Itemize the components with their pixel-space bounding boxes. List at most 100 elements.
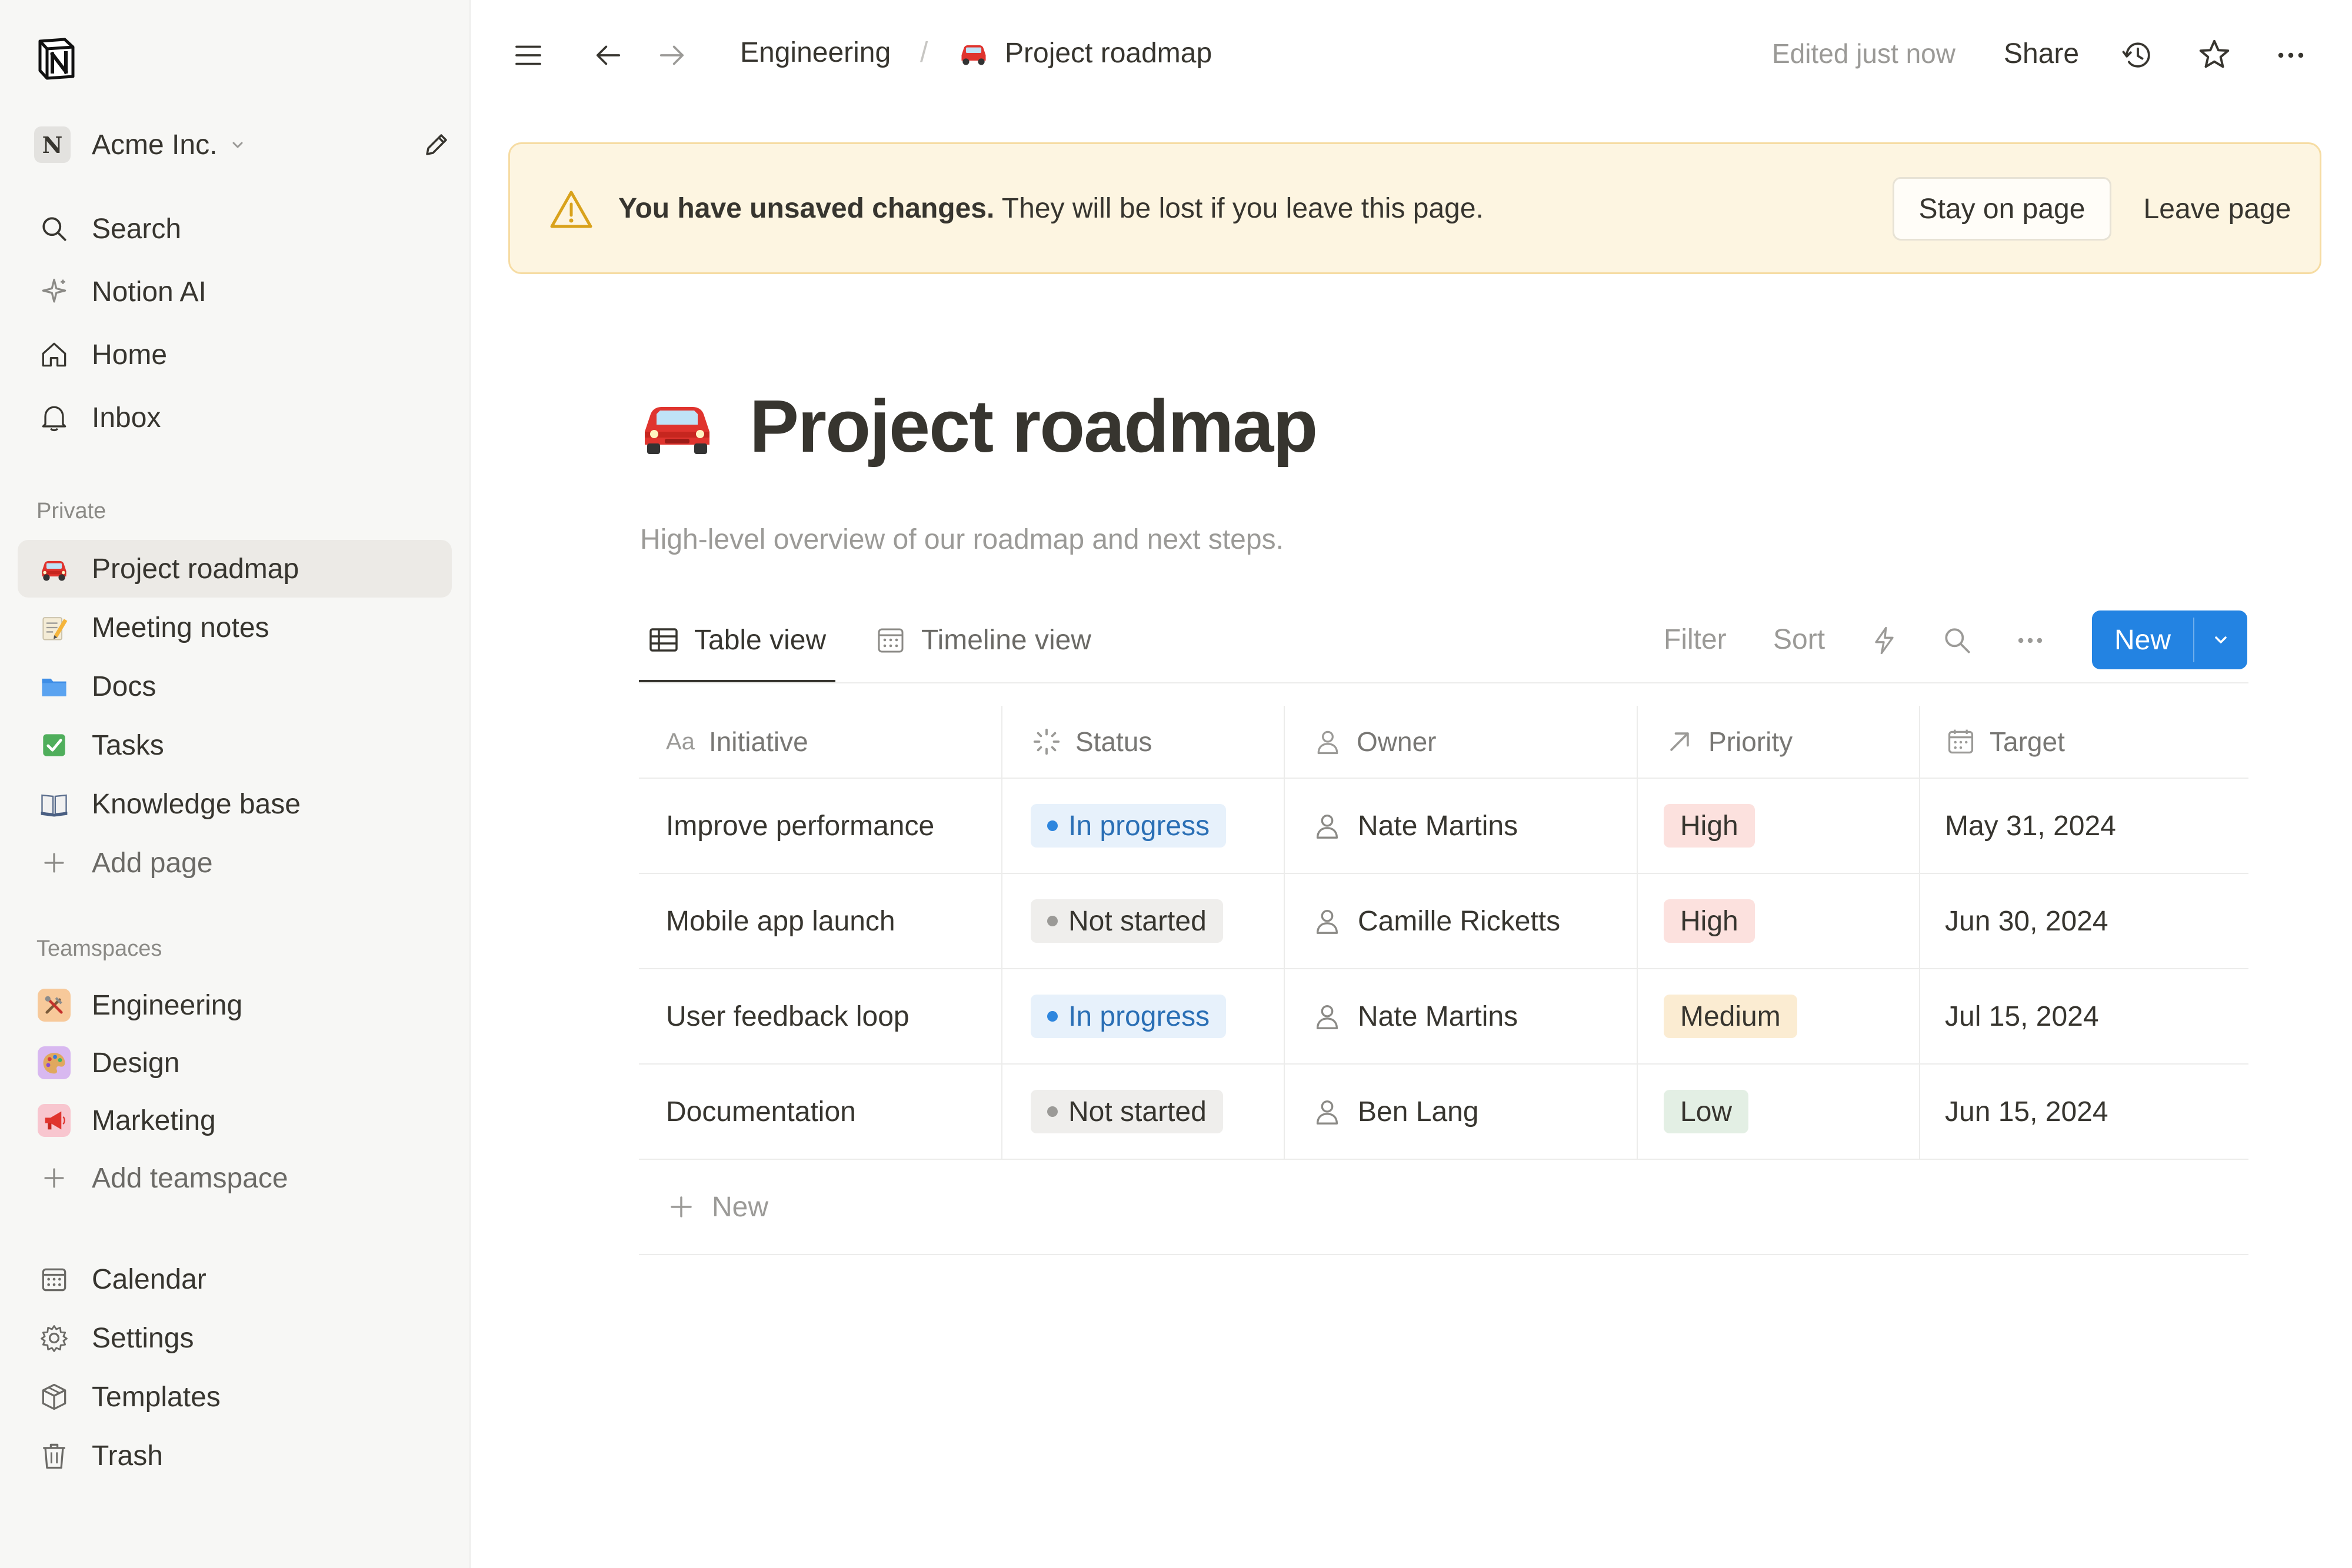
- status-dot-icon: [1047, 820, 1058, 831]
- cell-initiative[interactable]: User feedback loop: [666, 969, 910, 1063]
- sidebar-item-label: Notion AI: [92, 276, 206, 308]
- plus-icon: [666, 1192, 697, 1222]
- cell-target[interactable]: Jul 15, 2024: [1945, 969, 2099, 1063]
- sparkle-icon: [36, 274, 72, 309]
- filter-button[interactable]: Filter: [1664, 623, 1727, 656]
- search-icon[interactable]: [1939, 622, 1975, 659]
- leave-page-button[interactable]: Leave page: [2129, 177, 2306, 241]
- more-options-icon[interactable]: [2271, 35, 2311, 75]
- cell-target[interactable]: May 31, 2024: [1945, 779, 2116, 873]
- sidebar-item-marketing[interactable]: Marketing: [18, 1092, 452, 1149]
- cell-priority[interactable]: High: [1664, 874, 1755, 968]
- new-page-pencil-icon[interactable]: [420, 129, 452, 161]
- column-header-priority[interactable]: Priority: [1664, 706, 1793, 778]
- cell-priority[interactable]: High: [1664, 779, 1755, 873]
- warning-triangle-icon: [549, 189, 594, 230]
- column-divider: [1001, 969, 1002, 1063]
- cell-status[interactable]: Not started: [1031, 874, 1223, 968]
- share-button[interactable]: Share: [2004, 38, 2079, 70]
- tab-timeline-view[interactable]: Timeline view: [874, 618, 1091, 662]
- cell-status[interactable]: In progress: [1031, 779, 1227, 873]
- new-item-button[interactable]: New: [2092, 610, 2247, 669]
- menu-icon[interactable]: [508, 35, 548, 75]
- plus-icon: [36, 845, 72, 880]
- breadcrumb-project-roadmap[interactable]: Project roadmap: [957, 36, 1212, 69]
- sidebar-item-settings[interactable]: Settings: [18, 1309, 452, 1367]
- search-icon: [36, 211, 72, 246]
- more-options-icon[interactable]: [2012, 622, 2048, 659]
- banner-message-text: They will be lost if you leave this page…: [994, 193, 1484, 224]
- cell-status[interactable]: Not started: [1031, 1065, 1223, 1159]
- person-icon: [1312, 1001, 1342, 1032]
- page-car-emoji-icon[interactable]: [639, 393, 715, 458]
- priority-label: Low: [1680, 1096, 1733, 1127]
- column-header-status[interactable]: Status: [1031, 706, 1152, 778]
- car-emoji-icon: [957, 36, 992, 69]
- sidebar-item-meeting-notes[interactable]: Meeting notes: [18, 599, 452, 656]
- sidebar-item-design[interactable]: Design: [18, 1034, 452, 1092]
- column-header-owner[interactable]: Owner: [1312, 706, 1436, 778]
- column-divider: [1284, 1065, 1285, 1159]
- cell-owner[interactable]: Camille Ricketts: [1312, 874, 1560, 968]
- cell-owner[interactable]: Ben Lang: [1312, 1065, 1479, 1159]
- cell-owner[interactable]: Nate Martins: [1312, 779, 1518, 873]
- workspace-switcher[interactable]: N Acme Inc.: [34, 124, 452, 166]
- column-header-initiative[interactable]: Aa Initiative: [666, 706, 808, 778]
- page-description[interactable]: High-level overview of our roadmap and n…: [640, 523, 1284, 556]
- car-emoji-icon: [36, 551, 72, 586]
- sidebar-item-engineering[interactable]: Engineering: [18, 976, 452, 1034]
- table-row[interactable]: Mobile app launch Not started Camille Ri…: [639, 874, 2248, 969]
- automation-lightning-icon[interactable]: [1866, 622, 1903, 659]
- page-title[interactable]: Project roadmap: [749, 383, 1318, 469]
- notion-logo-icon[interactable]: [34, 36, 79, 81]
- stay-on-page-button[interactable]: Stay on page: [1893, 177, 2111, 241]
- person-icon: [1312, 726, 1344, 758]
- sort-button[interactable]: Sort: [1773, 623, 1825, 656]
- column-header-target[interactable]: Target: [1945, 706, 2065, 778]
- workspace-badge: N: [34, 126, 71, 163]
- back-arrow-icon[interactable]: [588, 35, 628, 75]
- private-section-label: Private: [36, 499, 106, 523]
- sidebar-item-label: Engineering: [92, 989, 243, 1021]
- breadcrumb-engineering[interactable]: Engineering: [740, 36, 891, 69]
- favorite-star-icon[interactable]: [2194, 35, 2234, 75]
- sidebar-item-calendar[interactable]: Calendar: [18, 1250, 452, 1308]
- sidebar-item-tasks[interactable]: Tasks: [18, 716, 452, 774]
- cell-initiative[interactable]: Improve performance: [666, 779, 934, 873]
- cell-priority[interactable]: Medium: [1664, 969, 1797, 1063]
- add-teamspace-button[interactable]: Add teamspace: [18, 1149, 452, 1207]
- sidebar-item-label: Calendar: [92, 1263, 206, 1295]
- sidebar-item-inbox[interactable]: Inbox: [18, 389, 452, 446]
- column-divider: [1284, 779, 1285, 873]
- chevron-down-icon[interactable]: [2194, 610, 2247, 669]
- column-divider: [1919, 706, 1920, 778]
- cell-owner[interactable]: Nate Martins: [1312, 969, 1518, 1063]
- cell-initiative[interactable]: Documentation: [666, 1065, 856, 1159]
- table-row[interactable]: Improve performance In progress Nate Mar…: [639, 779, 2248, 874]
- cell-target[interactable]: Jun 30, 2024: [1945, 874, 2108, 968]
- sidebar-item-docs[interactable]: Docs: [18, 658, 452, 715]
- person-icon: [1312, 906, 1342, 936]
- sidebar-item-knowledge-base[interactable]: Knowledge base: [18, 775, 452, 833]
- sidebar-item-search[interactable]: Search: [18, 200, 452, 258]
- cell-status[interactable]: In progress: [1031, 969, 1227, 1063]
- sidebar-item-label: Project roadmap: [92, 553, 299, 585]
- cell-initiative[interactable]: Mobile app launch: [666, 874, 895, 968]
- add-page-button[interactable]: Add page: [18, 834, 452, 892]
- sidebar-item-notion-ai[interactable]: Notion AI: [18, 263, 452, 321]
- cell-target[interactable]: Jun 15, 2024: [1945, 1065, 2108, 1159]
- owner-name: Ben Lang: [1358, 1096, 1479, 1127]
- table-row[interactable]: Documentation Not started Ben Lang Low J…: [639, 1065, 2248, 1160]
- tab-table-view[interactable]: Table view: [647, 618, 826, 662]
- sidebar-item-trash[interactable]: Trash: [18, 1427, 452, 1484]
- table-row[interactable]: User feedback loop In progress Nate Mart…: [639, 969, 2248, 1065]
- new-item-label: New: [2114, 624, 2171, 656]
- cell-priority[interactable]: Low: [1664, 1065, 1749, 1159]
- sidebar-item-project-roadmap[interactable]: Project roadmap: [18, 540, 452, 598]
- sidebar-item-home[interactable]: Home: [18, 326, 452, 383]
- person-icon: [1312, 810, 1342, 841]
- add-row-button[interactable]: New: [639, 1160, 2248, 1255]
- forward-arrow-icon[interactable]: [652, 35, 692, 75]
- sidebar-item-templates[interactable]: Templates: [18, 1368, 452, 1426]
- history-clock-icon[interactable]: [2118, 35, 2158, 75]
